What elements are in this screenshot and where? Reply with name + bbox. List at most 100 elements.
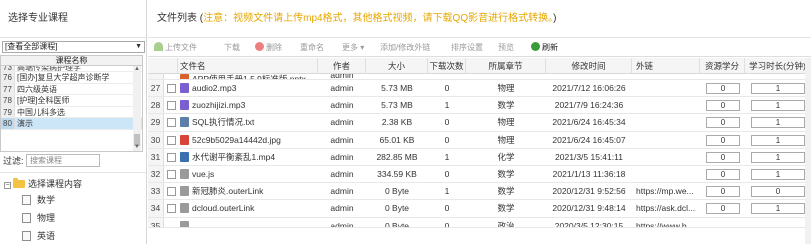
course-search-input[interactable]: 搜索课程: [26, 154, 100, 167]
credit-input[interactable]: 0: [706, 100, 740, 112]
file-row[interactable]: 31 水代谢平衡紊乱1.mp4 admin 282.85 MB 1 化学 2021/3/5 …: [148, 148, 811, 166]
sort-settings-button[interactable]: 排序设置: [451, 39, 483, 57]
credit-input[interactable]: 0: [706, 117, 740, 129]
collapse-icon[interactable]: −: [4, 182, 11, 189]
rename-button[interactable]: 重命名: [300, 39, 324, 57]
file-external-link[interactable]: [632, 80, 700, 96]
more-button[interactable]: 更多 ▾: [342, 39, 364, 57]
file-name[interactable]: [178, 218, 318, 227]
tree-item[interactable]: 物理: [22, 213, 55, 223]
header-credit[interactable]: 资源学分: [700, 58, 745, 73]
duration-input[interactable]: 1: [751, 100, 805, 112]
file-name[interactable]: 水代谢平衡紊乱1.mp4: [178, 149, 318, 165]
file-row[interactable]: 29 SQL执行情况.txt admin 2.38 KB 0 物理 2021/6/24 16…: [148, 114, 811, 132]
file-external-link[interactable]: [632, 114, 700, 130]
delete-button[interactable]: 删除: [255, 39, 282, 57]
credit-input[interactable]: 0: [706, 151, 740, 163]
file-name[interactable]: APP使用手册1.5.9标准版.pptx: [178, 74, 318, 79]
checkbox-box[interactable]: [167, 135, 176, 145]
row-checkbox[interactable]: [164, 97, 178, 113]
checkbox-box[interactable]: [167, 170, 176, 179]
scroll-up-icon[interactable]: ▲: [133, 66, 141, 74]
checkbox-box[interactable]: [167, 187, 176, 197]
header-size[interactable]: 大小: [366, 58, 428, 73]
grid-scrollbar[interactable]: [805, 58, 811, 244]
file-external-link[interactable]: [632, 166, 700, 182]
duration-input[interactable]: 1: [751, 169, 805, 180]
course-item[interactable]: 80 演示: [1, 118, 142, 130]
file-external-link[interactable]: [632, 97, 700, 113]
file-name[interactable]: vue.js: [178, 166, 318, 182]
file-external-link[interactable]: [632, 149, 700, 165]
file-row[interactable]: 30 52c9b5029a14442d.jpg admin 65.01 KB 0 物理 20…: [148, 131, 811, 149]
external-link-button[interactable]: 添加/修改外链: [380, 39, 430, 57]
row-checkbox[interactable]: [164, 132, 178, 148]
header-chapter[interactable]: 所属章节: [466, 58, 546, 73]
file-external-link[interactable]: https://ask.dcl...: [632, 200, 700, 216]
file-external-link[interactable]: [632, 132, 700, 148]
row-checkbox[interactable]: [164, 218, 178, 227]
file-external-link[interactable]: [632, 74, 700, 79]
duration-input[interactable]: 1: [751, 151, 805, 163]
upload-button[interactable]: 上传文件: [154, 39, 197, 57]
duration-input[interactable]: 0: [751, 186, 805, 198]
file-external-link[interactable]: https://www.b...: [632, 218, 700, 227]
file-row[interactable]: 28 zuozhijizi.mp3 admin 5.73 MB 1 数学 2021/7/9 …: [148, 97, 811, 115]
duration-input[interactable]: 1: [751, 134, 805, 146]
credit-input[interactable]: 0: [706, 169, 740, 180]
file-name[interactable]: dcloud.outerLink: [178, 200, 318, 216]
course-item[interactable]: 78 [护理]全科医师: [1, 95, 142, 107]
download-button[interactable]: 下载: [224, 39, 240, 57]
header-file-name[interactable]: 文件名: [178, 58, 318, 73]
tree-item[interactable]: 英语: [22, 231, 55, 241]
course-list-scrollbar[interactable]: ▲ ▼: [133, 66, 141, 151]
header-modified-time[interactable]: 修改时间: [546, 58, 632, 73]
file-external-link[interactable]: https://mp.we...: [632, 183, 700, 199]
file-name[interactable]: 新冠肺炎.outerLink: [178, 183, 318, 199]
file-name[interactable]: zuozhijizi.mp3: [178, 97, 318, 113]
duration-input[interactable]: 1: [751, 203, 805, 215]
tree-root[interactable]: − 选择课程内容: [4, 178, 82, 189]
duration-input[interactable]: 1: [751, 117, 805, 129]
credit-input[interactable]: 0: [706, 186, 740, 198]
course-item[interactable]: 76 [国办]复旦大学超声诊断学: [1, 72, 142, 84]
header-duration[interactable]: 学习时长(分钟): [745, 58, 811, 73]
refresh-button[interactable]: 刷新: [531, 39, 558, 57]
file-name[interactable]: SQL执行情况.txt: [178, 114, 318, 130]
row-checkbox[interactable]: [164, 166, 178, 182]
course-item[interactable]: 77 四六级英语: [1, 83, 142, 96]
checkbox-box[interactable]: [167, 204, 176, 214]
file-row[interactable]: 33 新冠肺炎.outerLink admin 0 Byte 1 数学 2020/12/31…: [148, 183, 811, 201]
file-row[interactable]: 32 vue.js admin 334.59 KB 0 数学 2021/1/13 11:36…: [148, 166, 811, 184]
credit-input[interactable]: 0: [706, 134, 740, 146]
row-checkbox[interactable]: [164, 80, 178, 96]
delete-label: 删除: [266, 43, 282, 52]
row-checkbox[interactable]: [164, 149, 178, 165]
row-checkbox[interactable]: [164, 200, 178, 216]
file-row[interactable]: 35 admin 0 Byte 0 政治 2020/3/5 12:30:15 https:/…: [148, 217, 811, 228]
file-row[interactable]: 34 dcloud.outerLink admin 0 Byte 0 数学 2020/12/…: [148, 200, 811, 218]
file-chapter: 数学: [497, 169, 515, 179]
file-row[interactable]: 27 audio2.mp3 admin 5.73 MB 0 物理 2021/7/12 16:…: [148, 80, 811, 98]
credit-input[interactable]: 0: [706, 83, 740, 94]
course-item[interactable]: 79 中国儿科多选: [1, 106, 142, 119]
header-downloads[interactable]: 下载次数: [428, 58, 466, 73]
checkbox-box[interactable]: [167, 101, 176, 111]
credit-input[interactable]: 0: [706, 203, 740, 215]
chevron-down-icon[interactable]: ▼: [135, 42, 142, 52]
row-checkbox[interactable]: [164, 74, 178, 79]
file-name[interactable]: 52c9b5029a14442d.jpg: [178, 132, 318, 148]
scroll-down-icon[interactable]: ▼: [133, 144, 141, 151]
duration-input[interactable]: 1: [751, 83, 805, 94]
checkbox-box[interactable]: [167, 152, 176, 162]
row-checkbox[interactable]: [164, 114, 178, 130]
row-checkbox[interactable]: [164, 183, 178, 199]
tree-item[interactable]: 数学: [22, 195, 55, 205]
file-name[interactable]: audio2.mp3: [178, 80, 318, 96]
course-select[interactable]: [查看全部课程] ▼: [2, 41, 145, 53]
checkbox-box[interactable]: [167, 118, 176, 128]
preview-button[interactable]: 预览: [498, 39, 514, 57]
header-external-link[interactable]: 外链: [632, 58, 700, 73]
header-author[interactable]: 作者: [318, 58, 366, 73]
checkbox-box[interactable]: [167, 84, 176, 93]
